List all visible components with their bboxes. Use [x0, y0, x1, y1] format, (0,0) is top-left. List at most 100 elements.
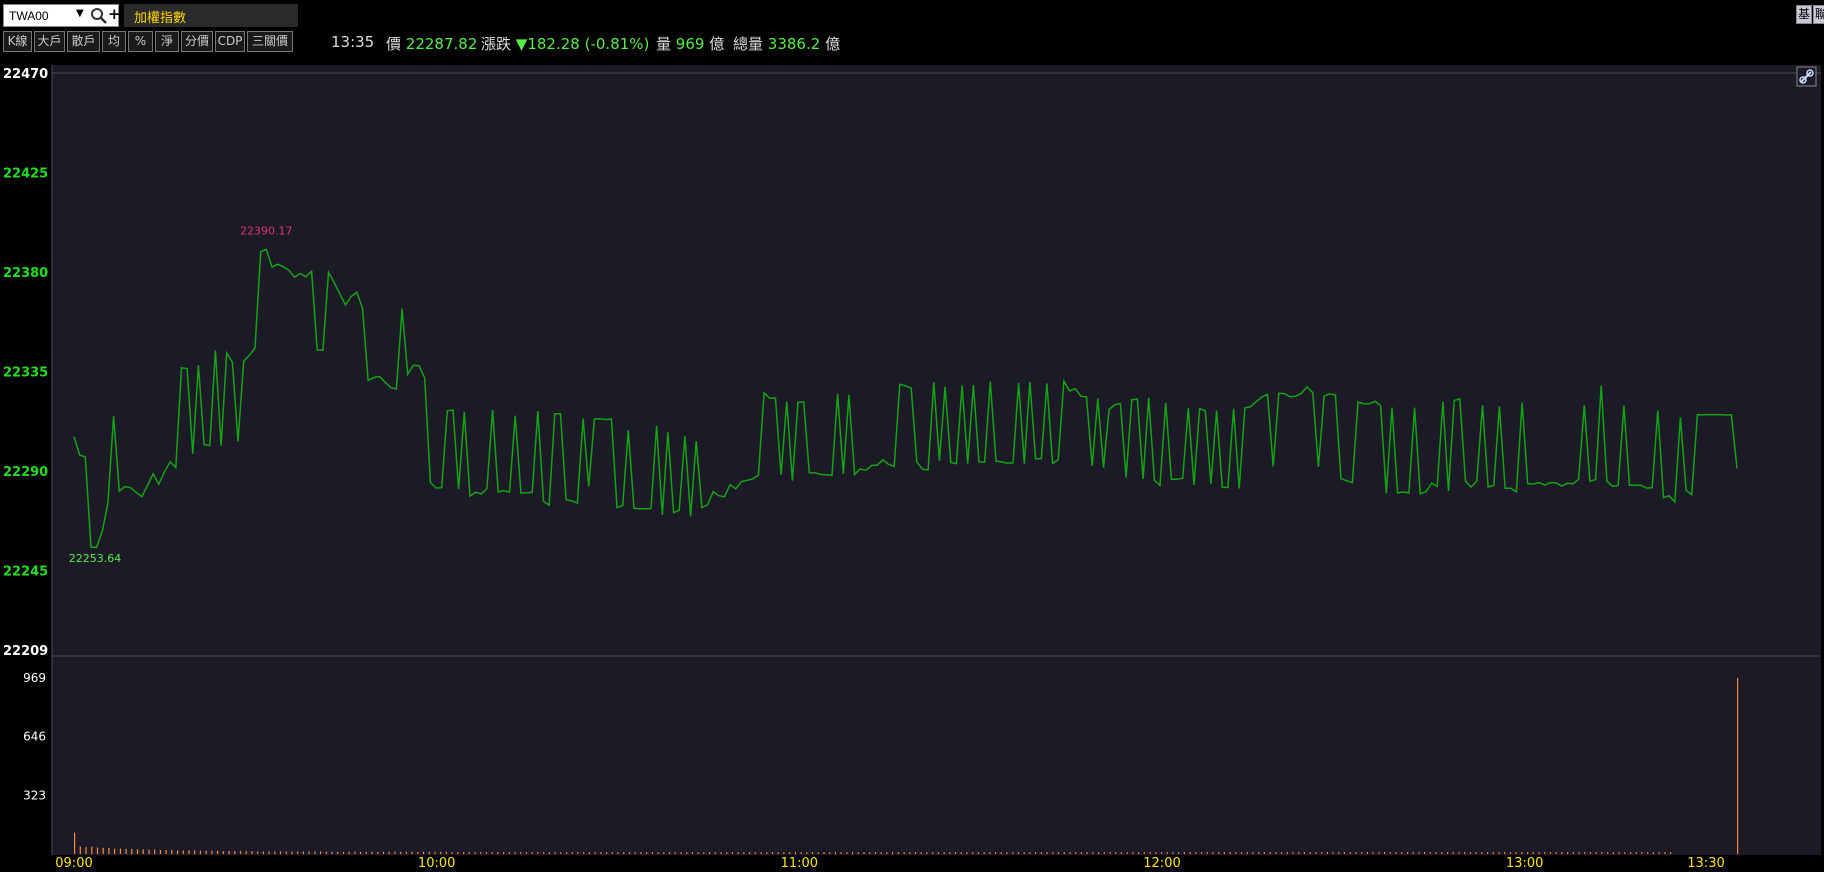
volume-bar [154, 849, 156, 854]
symbol-selector[interactable]: TWA00 ▼ + [3, 4, 121, 27]
volume-bar [348, 851, 350, 854]
volume-bar [1149, 852, 1151, 854]
volume-bar [1429, 852, 1431, 854]
percent-button[interactable]: % [128, 31, 153, 52]
volume-bar [594, 852, 596, 854]
volume-bar [1372, 852, 1374, 854]
volume-bar [811, 852, 814, 854]
volume-bar [1292, 852, 1294, 854]
symbol-code[interactable]: TWA00 [9, 9, 49, 23]
three-level-price-button[interactable]: 三關價 [247, 31, 293, 52]
volume-bar [320, 851, 322, 854]
add-icon[interactable]: + [108, 5, 121, 23]
volume-bar [1160, 852, 1163, 854]
volume-bar [1006, 852, 1008, 854]
price-distribution-button[interactable]: 分價 [181, 31, 213, 52]
volume-bar [525, 852, 528, 854]
volume-bar [1246, 852, 1248, 854]
volume-bar [1332, 852, 1334, 854]
volume-tick-label: 969 [23, 671, 46, 685]
volume-bar [932, 852, 934, 854]
volume-bar [1504, 852, 1506, 854]
volume-bar [1670, 852, 1672, 854]
change-down-icon: ▼ [515, 35, 528, 53]
chevron-down-icon[interactable]: ▼ [76, 8, 84, 19]
intraday-chart[interactable]: 22470 22425 22380 22335 22290 22245 22209 969 6… [0, 60, 1824, 872]
volume-bar [1241, 852, 1243, 854]
volume-bar [840, 852, 842, 854]
volume-bar [245, 851, 247, 854]
volume-bar [1481, 852, 1483, 854]
volume-bar [1469, 852, 1471, 854]
net-button[interactable]: 淨 [155, 31, 179, 52]
quote-price: 價 22287.82 [386, 33, 477, 54]
change-label: 漲跌 [481, 35, 512, 53]
volume-bar [159, 850, 161, 854]
volume-bar [686, 852, 688, 854]
volume-bar [1252, 852, 1254, 854]
volume-bar [806, 852, 808, 854]
volume-bar [640, 852, 642, 854]
volume-bar [1046, 852, 1048, 854]
volume-bar [382, 851, 385, 854]
volume-bar [468, 852, 470, 854]
volume-bar [1532, 852, 1534, 854]
time-tick-label: 09:00 [55, 856, 92, 871]
volume-bar [451, 852, 453, 854]
volume-bar [1000, 852, 1002, 854]
volume-bar [1612, 852, 1614, 854]
volume-bar [954, 852, 957, 854]
volume-bar [177, 850, 179, 854]
volume-bar [600, 852, 602, 854]
retail-button[interactable]: 散戶 [67, 31, 100, 52]
volume-bar [903, 852, 905, 854]
volume-bar [566, 852, 568, 854]
volume-bar [1286, 852, 1288, 854]
volume-bar [1435, 852, 1437, 854]
volume-bar [623, 852, 625, 854]
volume-bar [1109, 852, 1111, 854]
volume-bar [754, 852, 756, 854]
volume-bar [228, 851, 230, 854]
volume-bar [1258, 852, 1260, 854]
volume-bar [960, 852, 962, 854]
volume-bar [817, 852, 819, 854]
volume-bar [943, 852, 945, 854]
volume-bar [497, 852, 499, 854]
cdp-button[interactable]: CDP [215, 31, 245, 52]
volume-bar [291, 851, 293, 854]
search-icon[interactable] [90, 7, 108, 25]
fundamental-button[interactable]: 基 [1796, 5, 1812, 24]
volume-bar [657, 852, 659, 854]
volume-bar [1098, 852, 1100, 854]
volume-bar [411, 851, 413, 854]
volume-bar [1641, 852, 1643, 854]
volume-bar [674, 852, 676, 854]
volume-bar [1166, 852, 1168, 854]
volume-bar [262, 851, 264, 854]
volume-bar [777, 852, 779, 854]
volume-bar [182, 850, 184, 854]
volume-bar [1464, 852, 1466, 854]
volume-bar [1652, 852, 1654, 854]
volume-bar [1075, 852, 1077, 854]
volume-bar [440, 851, 442, 854]
link-button[interactable]: 聯 [1813, 5, 1824, 24]
volume-bar [1103, 852, 1105, 854]
large-holder-button[interactable]: 大戶 [34, 31, 65, 52]
kline-button[interactable]: K線 [3, 31, 32, 52]
volume-bar [1052, 852, 1054, 854]
volume-bar [417, 851, 419, 854]
volume-bar [937, 852, 939, 854]
volume-bar [714, 852, 716, 854]
average-button[interactable]: 均 [102, 31, 126, 52]
price-tick-label: 22380 [3, 266, 48, 281]
volume-bar [1452, 852, 1454, 854]
volume-bar [74, 832, 76, 854]
link-icon[interactable] [1796, 66, 1817, 87]
volume-bar [1120, 852, 1122, 854]
volume-bar [217, 850, 219, 854]
volume-bar [222, 851, 224, 854]
volume-bar [274, 851, 276, 854]
volume-bar [846, 852, 848, 854]
